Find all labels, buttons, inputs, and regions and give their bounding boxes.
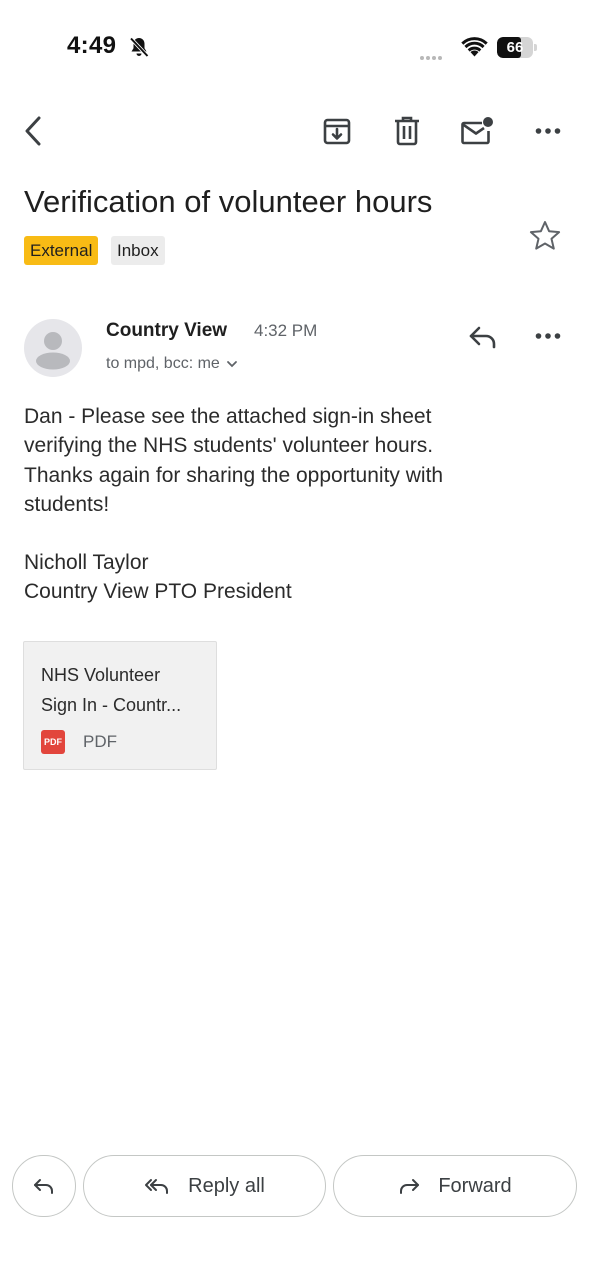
cellular-signal-icon [420,47,444,65]
attachment-name-line1: NHS Volunteer [41,665,161,685]
reply-button-header[interactable] [466,320,500,354]
label-inbox[interactable]: Inbox [111,236,165,265]
recipients-text: to mpd, bcc: me [106,355,220,372]
recipient-details[interactable]: to mpd, bcc: me [106,355,239,373]
archive-icon [323,118,351,145]
sent-time: 4:32 PM [254,321,318,340]
archive-button[interactable] [320,114,354,148]
chevron-down-icon [226,361,237,368]
attachment-type: PDF [83,732,117,751]
label-external[interactable]: External [24,236,99,265]
more-horizontal-icon [535,333,561,339]
delete-button[interactable] [390,114,424,148]
chevron-left-icon [25,116,41,146]
email-body: Dan - Please see the attached sign-in sh… [24,402,564,519]
body-line: Thanks again for sharing the opportunity… [24,463,444,487]
attachment-name: NHS Volunteer Sign In - Countr... [41,660,206,720]
body-line: Dan - Please see the attached sign-in sh… [24,405,432,428]
person-icon [36,332,70,370]
message-more-button[interactable] [531,319,565,353]
mail-unread-icon [461,117,493,145]
email-signature: Nicholl Taylor Country View PTO Presiden… [24,548,292,607]
forward-label: Forward [438,1174,512,1197]
body-line: verifying the NHS students' volunteer ho… [24,434,434,458]
mark-unread-button[interactable] [460,114,494,148]
email-subject: Verification of volunteer hours [24,184,433,219]
star-icon [529,221,561,250]
attachment-card[interactable]: NHS Volunteer Sign In - Countr... PDF PD… [23,641,217,770]
body-line: students! [24,492,110,516]
more-options-button[interactable] [531,114,565,148]
star-button[interactable] [528,219,562,256]
reply-all-icon [145,1179,169,1194]
sender-name: Country View [106,320,228,341]
reply-all-button[interactable]: Reply all [83,1155,326,1217]
status-time: 4:49 [67,32,117,59]
reply-icon [34,1179,53,1194]
back-button[interactable] [16,114,50,148]
trash-icon [395,116,419,146]
silent-bell-icon [129,37,149,58]
reply-button[interactable] [12,1155,76,1217]
reply-all-label: Reply all [188,1174,265,1197]
signature-title: Country View PTO President [24,580,292,604]
battery-indicator: 66 [497,37,539,58]
forward-button[interactable]: Forward [333,1155,577,1217]
battery-percent: 66 [506,39,524,56]
sender-avatar[interactable] [24,319,82,377]
signature-name: Nicholl Taylor [24,551,149,574]
attachment-name-line2: Sign In - Countr... [41,695,182,715]
forward-icon [400,1179,420,1194]
wifi-icon [461,37,488,57]
reply-icon [469,326,496,349]
more-horizontal-icon [535,128,561,134]
pdf-icon: PDF [41,730,65,754]
